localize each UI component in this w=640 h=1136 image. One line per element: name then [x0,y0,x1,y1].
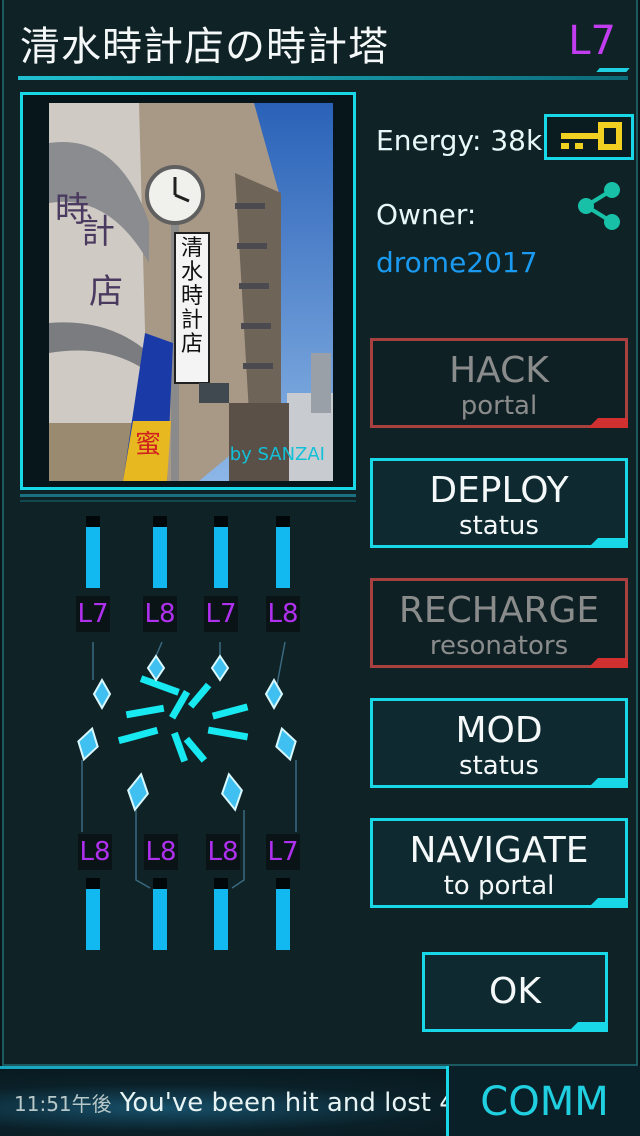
owner-label: Owner: [376,198,477,231]
resonator-level-bottom-1: L8 [78,834,112,870]
recharge-button-sublabel: resonators [429,631,569,661]
resonator-bar-top-1 [86,516,100,588]
portal-level-badge: L7 [568,18,616,64]
comm-button[interactable]: COMM [446,1066,640,1136]
resonator-level-top-3: L7 [204,596,238,632]
deploy-button[interactable]: DEPLOY status [370,458,628,548]
resonator-level-top-2: L8 [143,596,177,632]
title-divider [18,76,628,80]
ok-button-label: OK [489,971,541,1012]
resonator-bar-bottom-3 [214,878,228,950]
comm-time: 11:51午後 [14,1092,112,1116]
navigate-button-sublabel: to portal [443,871,555,901]
portal-title: 清水時計店の時計塔 [20,24,389,70]
resonator-level-bottom-2: L8 [144,834,178,870]
portal-energy: Energy: 38k [376,124,543,157]
resonator-level-top-1: L7 [76,596,110,632]
mod-button[interactable]: MOD status [370,698,628,788]
resonator-level-bottom-4: L7 [266,834,300,870]
ok-button[interactable]: OK [422,952,608,1032]
deploy-button-sublabel: status [459,511,539,541]
portal-photo-frame[interactable]: 時 計 店 蜜 清水時計店 by SANZAI [20,92,356,490]
photo-divider [20,494,356,497]
svg-text:蜜: 蜜 [135,430,161,460]
resonator-level-top-4: L8 [266,596,300,632]
resonator-level-bottom-3: L8 [206,834,240,870]
resonator-diagram [77,641,297,889]
mod-button-label: MOD [455,710,543,751]
portal-photo[interactable]: 時 計 店 蜜 清水時計店 by SANZAI [49,103,333,481]
hack-button-label: HACK [449,350,549,391]
resonator-bar-top-3 [214,516,228,588]
resonator-energy-fill [86,526,100,588]
resonator-energy-fill [214,526,228,588]
deploy-button-label: DEPLOY [429,470,569,511]
photo-divider-thin [20,500,356,502]
svg-text:店: 店 [89,272,123,312]
hack-button[interactable]: HACK portal [370,338,628,428]
resonator-bar-bottom-4 [276,878,290,950]
title-bar: 清水時計店の時計塔 L7 [0,0,640,80]
resonator-bar-top-2 [153,516,167,588]
resonator-bar-bottom-1 [86,878,100,950]
recharge-button-label: RECHARGE [398,590,600,631]
resonator-energy-fill [153,888,167,950]
resonator-bar-top-4 [276,516,290,588]
comm-bar[interactable]: 11:51午後 You've been hit and lost 400 XM … [0,1066,640,1136]
resonator-energy-fill [153,526,167,588]
resonator-energy-fill [276,526,290,588]
hack-button-sublabel: portal [460,391,538,421]
mod-button-sublabel: status [459,751,539,781]
navigate-button-label: NAVIGATE [409,830,589,871]
resonator-energy-fill [86,888,100,950]
photo-sign-text: 清水時計店 [180,236,203,357]
navigate-button[interactable]: NAVIGATE to portal [370,818,628,908]
portal-key-button[interactable] [544,114,634,160]
resonator-bar-bottom-2 [153,878,167,950]
button-corner-accent [568,1022,608,1032]
key-icon [561,122,622,150]
resonator-energy-fill [276,888,290,950]
photo-credit: by SANZAI [229,444,325,465]
owner-name-link[interactable]: drome2017 [376,246,538,279]
resonator-energy-fill [214,888,228,950]
share-icon[interactable] [572,180,624,232]
recharge-button[interactable]: RECHARGE resonators [370,578,628,668]
svg-text:計: 計 [81,212,115,252]
